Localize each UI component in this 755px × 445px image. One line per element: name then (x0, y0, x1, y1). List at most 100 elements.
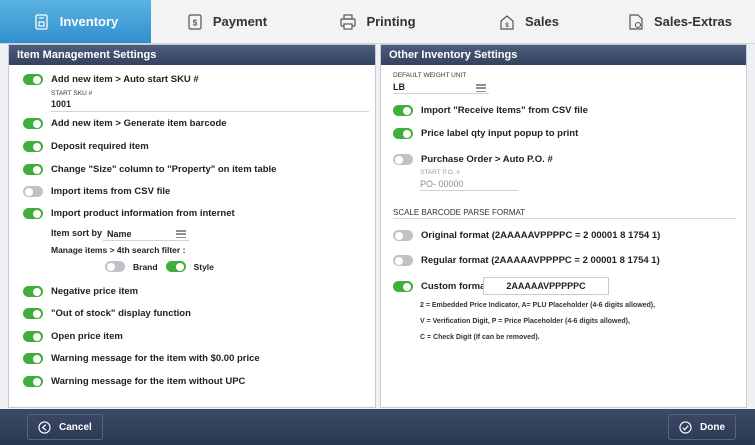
setting-toggle[interactable] (393, 154, 413, 165)
weight-unit-select[interactable]: LB (393, 82, 405, 92)
item-sort-select[interactable]: Name (107, 229, 132, 239)
cancel-button[interactable]: Cancel (27, 414, 103, 440)
sort-underline (103, 240, 189, 241)
item-sort-label: Item sort by (51, 228, 103, 238)
setting-row[interactable]: Add new item > Generate item barcode (23, 118, 227, 129)
format-toggle[interactable] (393, 281, 413, 292)
tab-sales[interactable]: $ Sales (453, 0, 604, 43)
filter-label-row: Manage items > 4th search filter : (51, 245, 185, 255)
setting-label: Deposit required item (51, 141, 149, 152)
setting-label: Warning message for the item without UPC (51, 376, 246, 387)
bottom-bar: Cancel Done (0, 409, 755, 445)
tab-label: Sales-Extras (653, 14, 733, 29)
auto-sku-setting[interactable]: Add new item > Auto start SKU # (23, 74, 199, 85)
style-toggle[interactable] (165, 261, 186, 272)
format-toggle[interactable] (393, 230, 413, 241)
weight-unit-label: DEFAULT WEIGHT UNIT (393, 72, 467, 79)
setting-toggle[interactable] (393, 105, 413, 116)
brand-toggle[interactable] (105, 261, 125, 272)
done-button[interactable]: Done (668, 414, 736, 440)
setting-row[interactable]: Price label qty input popup to print (393, 128, 578, 139)
svg-text:$: $ (505, 23, 509, 29)
back-arrow-icon (38, 420, 51, 434)
format-note: C = Check Digit (If can be removed). (420, 334, 540, 341)
menu-icon[interactable] (176, 230, 186, 239)
setting-label: Open price item (51, 331, 123, 342)
setting-row[interactable]: Deposit required item (23, 141, 149, 152)
item-management-panel: Item Management Settings Add new item > … (8, 44, 376, 408)
divider (393, 218, 736, 219)
setting-row[interactable]: Warning message for the item with $0.00 … (23, 353, 260, 364)
start-po-label: START P.O. # (420, 169, 460, 176)
auto-sku-toggle[interactable] (23, 74, 43, 85)
setting-toggle[interactable] (23, 164, 43, 175)
setting-label: Add new item > Generate item barcode (51, 118, 227, 129)
setting-label: Warning message for the item with $0.00 … (51, 353, 260, 364)
inventory-icon (35, 13, 48, 30)
tab-printing[interactable]: Printing (302, 0, 453, 43)
setting-row[interactable]: Import items from CSV file (23, 186, 170, 197)
setting-toggle[interactable] (23, 186, 43, 197)
setting-label: Import "Receive Items" from CSV file (421, 105, 588, 116)
brand-label: Brand (133, 261, 158, 272)
format-note: 2 = Embedded Price Indicator, A= PLU Pla… (420, 302, 656, 309)
start-po-input[interactable]: PO- 00000 (420, 179, 464, 189)
start-sku-input[interactable]: 1001 (51, 99, 71, 109)
filter-options: Brand Style (105, 261, 214, 272)
settings-tabs: Inventory $ Payment Printing $ Sales Sal… (0, 0, 755, 44)
tab-label: Inventory (59, 14, 119, 29)
sales-extras-icon (629, 13, 643, 30)
tab-label: Sales (525, 14, 559, 29)
setting-row[interactable]: Import "Receive Items" from CSV file (393, 105, 588, 116)
cancel-label: Cancel (59, 421, 92, 433)
setting-toggle[interactable] (23, 118, 43, 129)
setting-toggle[interactable] (23, 331, 43, 342)
setting-label: Add new item > Auto start SKU # (51, 74, 199, 85)
start-sku-label: START SKU # (51, 90, 93, 97)
setting-toggle[interactable] (23, 208, 43, 219)
setting-label: Price label qty input popup to print (421, 128, 579, 139)
setting-label: Import product information from internet (51, 208, 235, 219)
setting-row[interactable]: Open price item (23, 331, 123, 342)
format-label: Regular format (2AAAAAVPPPPC = 2 00001 8… (421, 255, 660, 266)
setting-toggle[interactable] (23, 308, 43, 319)
setting-toggle[interactable] (23, 353, 43, 364)
setting-toggle[interactable] (23, 141, 43, 152)
item-sort-row: Item sort by (51, 228, 102, 238)
setting-row[interactable]: Import product information from internet (23, 208, 235, 219)
setting-row[interactable]: Purchase Order > Auto P.O. # (393, 154, 553, 165)
setting-label: Purchase Order > Auto P.O. # (421, 154, 553, 165)
setting-toggle[interactable] (23, 376, 43, 387)
panel-header: Other Inventory Settings (381, 45, 746, 65)
tab-inventory[interactable]: Inventory (0, 0, 151, 43)
weight-underline (393, 93, 489, 94)
format-label: Custom format (421, 281, 489, 292)
setting-toggle[interactable] (23, 286, 43, 297)
format-toggle[interactable] (393, 255, 413, 266)
format-row[interactable]: Custom format (393, 281, 489, 292)
po-underline (420, 190, 518, 191)
tab-label: Printing (366, 14, 416, 29)
svg-text:$: $ (193, 18, 198, 27)
format-label: Original format (2AAAAAVPPPPC = 2 00001 … (421, 230, 661, 241)
done-label: Done (700, 421, 725, 433)
setting-row[interactable]: Change "Size" column to "Property" on it… (23, 164, 276, 175)
setting-row[interactable]: Warning message for the item without UPC (23, 376, 245, 387)
tab-payment[interactable]: $ Payment (151, 0, 302, 43)
tab-sales-extras[interactable]: Sales-Extras (604, 0, 755, 43)
format-row[interactable]: Original format (2AAAAAVPPPPC = 2 00001 … (393, 230, 660, 241)
sku-underline (51, 111, 369, 112)
setting-label: Negative price item (51, 286, 139, 297)
setting-row[interactable]: "Out of stock" display function (23, 308, 191, 319)
custom-format-input[interactable]: 2AAAAAVPPPPPC (483, 277, 609, 295)
scale-barcode-title: SCALE BARCODE PARSE FORMAT (393, 208, 526, 217)
payment-icon: $ (188, 13, 202, 30)
setting-toggle[interactable] (393, 128, 413, 139)
setting-row[interactable]: Negative price item (23, 286, 138, 297)
menu-icon[interactable] (476, 84, 486, 93)
panel-header: Item Management Settings (9, 45, 375, 65)
sales-icon: $ (500, 14, 514, 30)
format-row[interactable]: Regular format (2AAAAAVPPPPC = 2 00001 8… (393, 255, 660, 266)
style-label: Style (193, 261, 214, 272)
tab-label: Payment (212, 14, 268, 29)
